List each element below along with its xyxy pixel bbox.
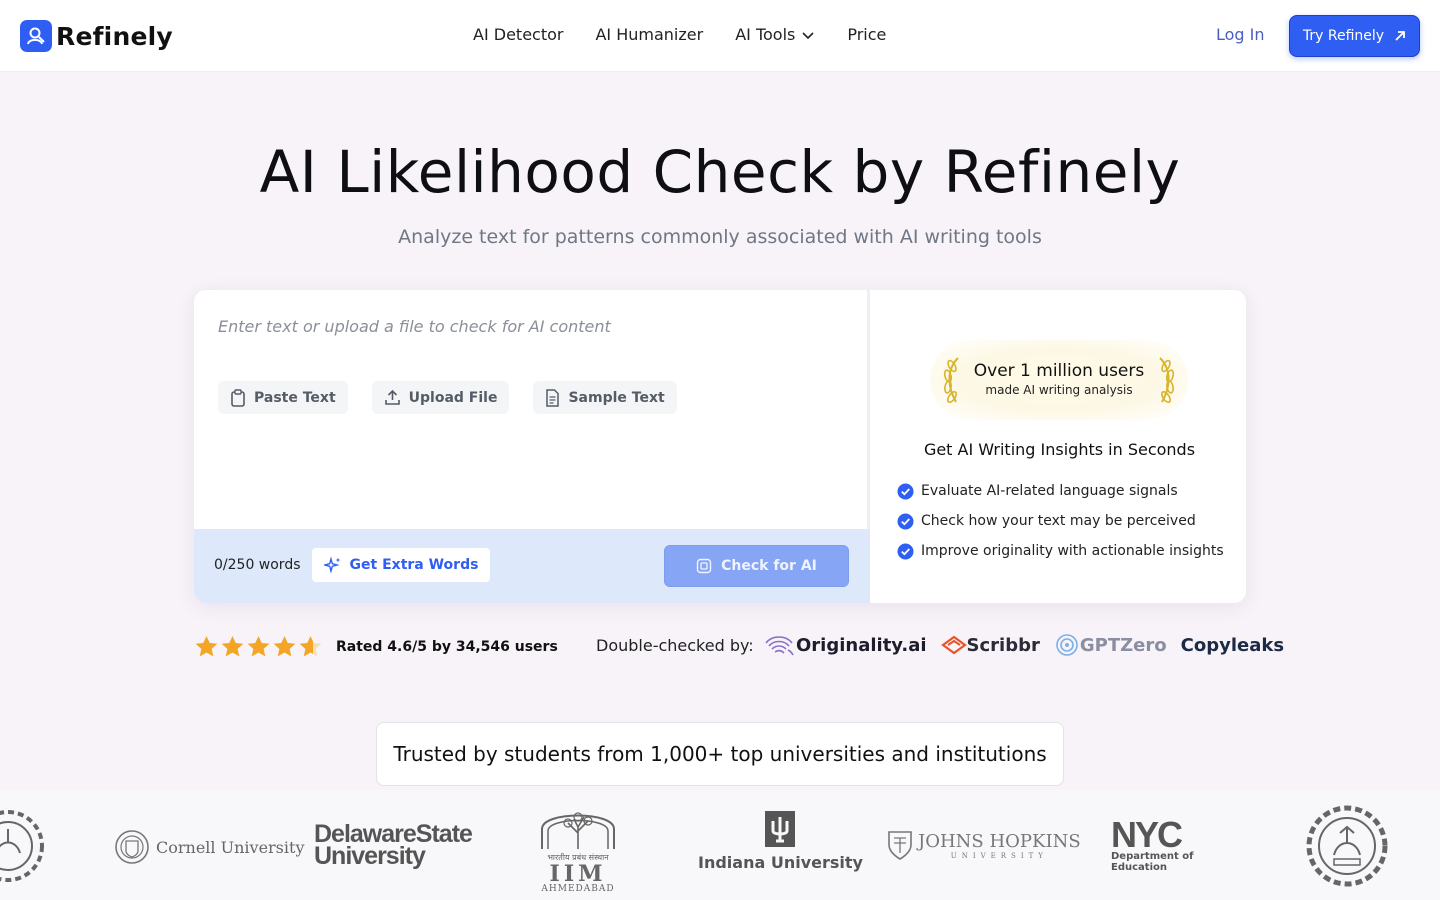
nav-ai-detector[interactable]: AI Detector	[473, 25, 563, 44]
page-title: AI Likelihood Check by Refinely	[259, 138, 1181, 206]
editor-footer: 0/250 words Get Extra Words Check for AI	[194, 529, 870, 603]
logo-icon	[20, 20, 52, 52]
rating-row: Rated 4.6/5 by 34,546 users	[194, 634, 558, 659]
main-nav: AI Detector AI Humanizer AI Tools Price	[473, 25, 886, 44]
word-count: 0/250 words	[214, 557, 301, 573]
star-icon	[195, 636, 218, 657]
partner-name: Originality.ai	[796, 634, 927, 656]
partner-gptzero: GPTZero	[1054, 632, 1167, 658]
university-name-line-2: University	[314, 842, 426, 870]
check-circle-icon	[897, 543, 914, 559]
benefit-text: Improve originality with actionable insi…	[921, 543, 1224, 559]
nav-ai-tools-label: AI Tools	[735, 25, 796, 44]
top-header: Refinely AI Detector AI Humanizer AI Too…	[0, 0, 1440, 72]
benefit-item: Evaluate AI-related language signals	[897, 476, 1224, 506]
try-refinely-label: Try Refinely	[1302, 28, 1385, 44]
university-seal-icon	[0, 810, 44, 882]
star-icon	[273, 636, 296, 657]
partner-copyleaks: Copyleaks	[1181, 635, 1284, 656]
partner-originality: Originality.ai	[764, 633, 927, 657]
detector-card: Paste Text Upload File Sample Text 0/250…	[194, 290, 1246, 603]
paste-text-button[interactable]: Paste Text	[218, 381, 348, 414]
gptzero-logo-icon	[1056, 634, 1078, 656]
partner-name: Scribbr	[966, 634, 1040, 656]
try-refinely-button[interactable]: Try Refinely	[1289, 15, 1420, 57]
benefit-item: Check how your text may be perceived	[897, 506, 1224, 536]
logo-iim-ahmedabad: भारतीय प्रबंध संस्थान IIM AHMEDABAD	[538, 803, 618, 894]
star-icon	[299, 636, 322, 657]
iim-city: AHMEDABAD	[541, 884, 615, 894]
upload-icon	[384, 389, 400, 405]
university-subtitle: UNIVERSITY	[950, 851, 1048, 860]
check-circle-icon	[897, 483, 914, 499]
upload-file-label: Upload File	[408, 389, 498, 406]
tree-arch-icon	[541, 812, 615, 849]
award-line-1: Over 1 million users	[973, 361, 1145, 381]
get-extra-words-button[interactable]: Get Extra Words	[312, 548, 490, 582]
paste-text-label: Paste Text	[254, 389, 336, 406]
upload-file-button[interactable]: Upload File	[371, 381, 510, 414]
logo-nyc-doe: NYC Department of Education	[1111, 814, 1194, 874]
document-icon	[546, 388, 560, 407]
nav-ai-tools[interactable]: AI Tools	[735, 25, 815, 44]
check-for-ai-label: Check for AI	[721, 558, 817, 574]
logo-johns-hopkins: JOHNS HOPKINS UNIVERSITY	[886, 829, 1081, 861]
nav-ai-humanizer[interactable]: AI Humanizer	[595, 25, 703, 44]
arrow-up-right-icon	[1395, 31, 1405, 41]
insights-panel: Over 1 million users made AI writing ana…	[873, 290, 1246, 603]
rating-text: Rated 4.6/5 by 34,546 users	[336, 638, 558, 655]
nav-price[interactable]: Price	[847, 25, 886, 44]
star-icon	[247, 636, 270, 657]
partner-logos: Originality.ai Scribbr GPTZero Copyleaks	[764, 632, 1284, 658]
benefit-text: Evaluate AI-related language signals	[921, 483, 1178, 499]
sample-text-label: Sample Text	[568, 389, 665, 406]
double-checked-label: Double-checked by:	[596, 636, 754, 655]
originality-logo-icon	[765, 636, 794, 656]
page-subtitle: Analyze text for patterns commonly assoc…	[398, 226, 1042, 248]
rating-stars	[194, 634, 324, 659]
chevron-down-icon	[802, 31, 814, 39]
award-line-2: made AI writing analysis	[985, 383, 1133, 397]
text-input[interactable]	[218, 314, 838, 338]
benefits-list: Evaluate AI-related language signals Che…	[897, 476, 1224, 566]
check-for-ai-button[interactable]: Check for AI	[664, 545, 849, 587]
scribbr-logo-icon	[940, 635, 967, 655]
editor-tools: Paste Text Upload File Sample Text	[218, 381, 701, 414]
scan-icon	[696, 558, 712, 574]
laurel-icon	[1159, 357, 1175, 404]
trusted-banner: Trusted by students from 1,000+ top univ…	[376, 722, 1064, 786]
partner-name: GPTZero	[1079, 634, 1167, 656]
logo-delaware-state: DelawareState University	[314, 822, 473, 870]
logo-indiana-university: Indiana University	[698, 811, 863, 872]
university-name: Cornell University	[156, 837, 305, 857]
university-name: Indiana University	[698, 853, 863, 872]
partner-name: Copyleaks	[1180, 634, 1285, 656]
cornell-seal-icon	[115, 830, 149, 864]
nyc-wordmark: NYC	[1111, 814, 1183, 855]
indiana-trident-icon	[765, 811, 796, 847]
text-editor: Paste Text Upload File Sample Text 0/250…	[194, 290, 870, 603]
nyc-line-2: Education	[1111, 862, 1167, 873]
partner-scribbr: Scribbr	[940, 633, 1040, 657]
get-extra-words-label: Get Extra Words	[349, 557, 479, 573]
brand-name: Refinely	[56, 21, 173, 51]
users-award-badge: Over 1 million users made AI writing ana…	[930, 340, 1188, 420]
sample-text-button[interactable]: Sample Text	[533, 381, 677, 414]
check-circle-icon	[897, 513, 914, 529]
clipboard-icon	[231, 388, 245, 407]
nyc-line-1: Department of	[1111, 851, 1194, 862]
university-name: JOHNS HOPKINS	[918, 830, 1081, 852]
jhu-shield-icon	[888, 831, 912, 860]
logo-cornell: Cornell University	[114, 829, 304, 865]
sparkle-icon	[323, 556, 341, 574]
star-icon	[221, 636, 244, 657]
university-seal-icon	[1306, 805, 1388, 887]
login-link[interactable]: Log In	[1216, 25, 1265, 44]
brand-logo[interactable]: Refinely	[20, 20, 173, 52]
benefit-text: Check how your text may be perceived	[921, 513, 1196, 529]
insights-title: Get AI Writing Insights in Seconds	[923, 440, 1196, 459]
benefit-item: Improve originality with actionable insi…	[897, 536, 1224, 566]
